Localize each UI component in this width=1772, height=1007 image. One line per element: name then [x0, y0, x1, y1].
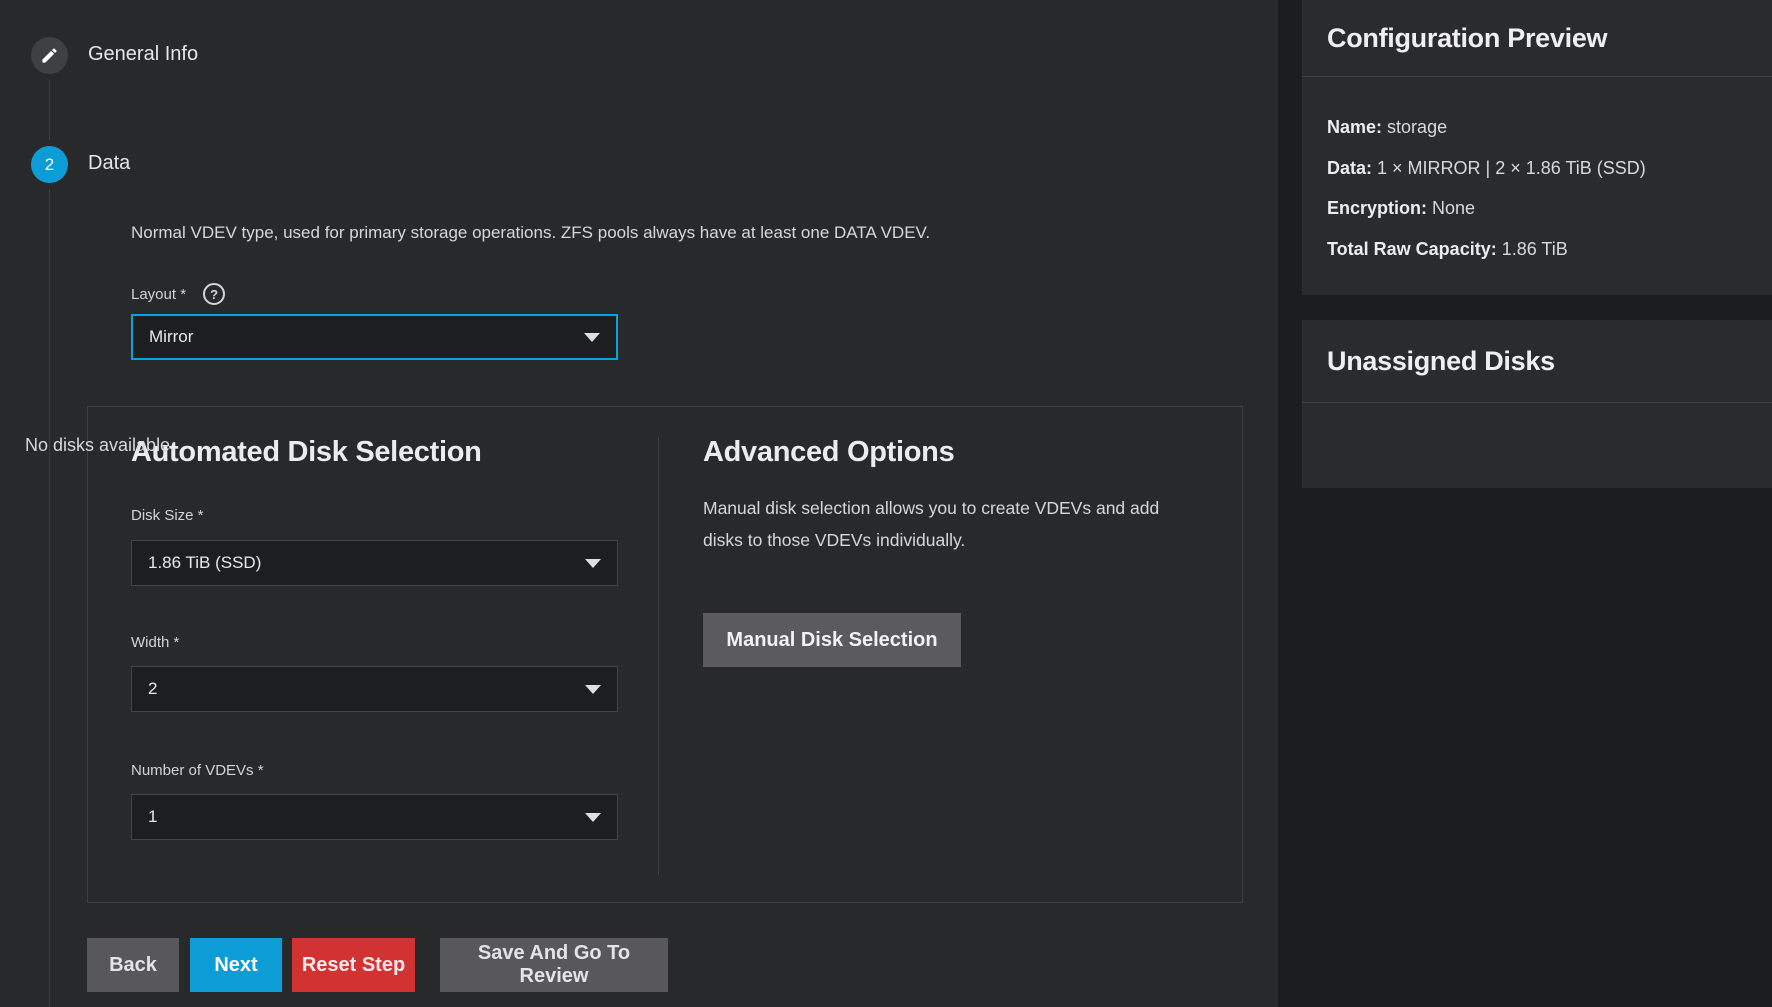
chevron-down-icon: [585, 813, 601, 822]
manual-disk-selection-button[interactable]: Manual Disk Selection: [703, 613, 961, 667]
data-vdev-description: Normal VDEV type, used for primary stora…: [131, 221, 1031, 245]
save-and-go-to-review-button[interactable]: Save And Go To Review: [440, 938, 668, 992]
layout-select-value: Mirror: [149, 327, 584, 347]
configuration-preview-items: Name: storage Data: 1 × MIRROR | 2 × 1.8…: [1327, 107, 1646, 269]
pencil-edit-icon: [40, 46, 59, 65]
unassigned-disks-card: Unassigned Disks: [1302, 320, 1772, 488]
unassigned-disks-header: Unassigned Disks: [1302, 320, 1772, 403]
width-select-value: 2: [148, 679, 585, 699]
step-data-indicator[interactable]: 2: [31, 146, 68, 183]
configuration-preview-title: Configuration Preview: [1327, 23, 1607, 54]
help-icon[interactable]: ?: [203, 283, 225, 305]
back-button[interactable]: Back: [87, 938, 179, 992]
disk-size-label: Disk Size *: [131, 507, 204, 524]
advanced-options-title: Advanced Options: [703, 436, 954, 469]
layout-field-label: Layout *: [131, 286, 186, 303]
stepper-connector-line-below: [49, 189, 50, 1007]
configuration-preview-card: Configuration Preview Name: storage Data…: [1302, 0, 1772, 295]
number-of-vdevs-select[interactable]: 1: [131, 794, 618, 840]
width-label-row: Width *: [131, 634, 179, 651]
width-select[interactable]: 2: [131, 666, 618, 712]
disk-size-select[interactable]: 1.86 TiB (SSD): [131, 540, 618, 586]
no-disks-available-text: No disks available.: [25, 435, 175, 456]
step-data-label[interactable]: Data: [88, 152, 130, 175]
disk-size-select-value: 1.86 TiB (SSD): [148, 553, 585, 573]
number-of-vdevs-select-value: 1: [148, 807, 585, 827]
preview-item-encryption: Encryption: None: [1327, 188, 1646, 229]
step-general-info-indicator[interactable]: [31, 37, 68, 74]
number-of-vdevs-label-row: Number of VDEVs *: [131, 762, 264, 779]
pool-creation-wizard: General Info 2 Data Normal VDEV type, us…: [0, 0, 1772, 1007]
configuration-preview-header: Configuration Preview: [1302, 0, 1772, 77]
chevron-down-icon: [584, 333, 600, 342]
automated-disk-selection-title: Automated Disk Selection: [131, 436, 482, 469]
preview-item-data: Data: 1 × MIRROR | 2 × 1.86 TiB (SSD): [1327, 148, 1646, 189]
width-label: Width *: [131, 634, 179, 651]
number-of-vdevs-label: Number of VDEVs *: [131, 762, 264, 779]
reset-step-button[interactable]: Reset Step: [292, 938, 415, 992]
step-general-info-label[interactable]: General Info: [88, 43, 198, 66]
panel-column-divider: [658, 437, 659, 875]
step-data-number: 2: [45, 155, 54, 175]
preview-item-name: Name: storage: [1327, 107, 1646, 148]
layout-field-label-row: Layout * ?: [131, 283, 225, 305]
stepper-connector-line: [49, 80, 50, 140]
layout-select[interactable]: Mirror: [131, 314, 618, 360]
chevron-down-icon: [585, 559, 601, 568]
preview-item-total-raw-capacity: Total Raw Capacity: 1.86 TiB: [1327, 229, 1646, 270]
disk-size-label-row: Disk Size *: [131, 507, 204, 524]
chevron-down-icon: [585, 685, 601, 694]
wizard-main-area: General Info 2 Data Normal VDEV type, us…: [0, 0, 1278, 1007]
advanced-options-description: Manual disk selection allows you to crea…: [703, 492, 1203, 556]
next-button[interactable]: Next: [190, 938, 282, 992]
unassigned-disks-title: Unassigned Disks: [1327, 346, 1555, 377]
